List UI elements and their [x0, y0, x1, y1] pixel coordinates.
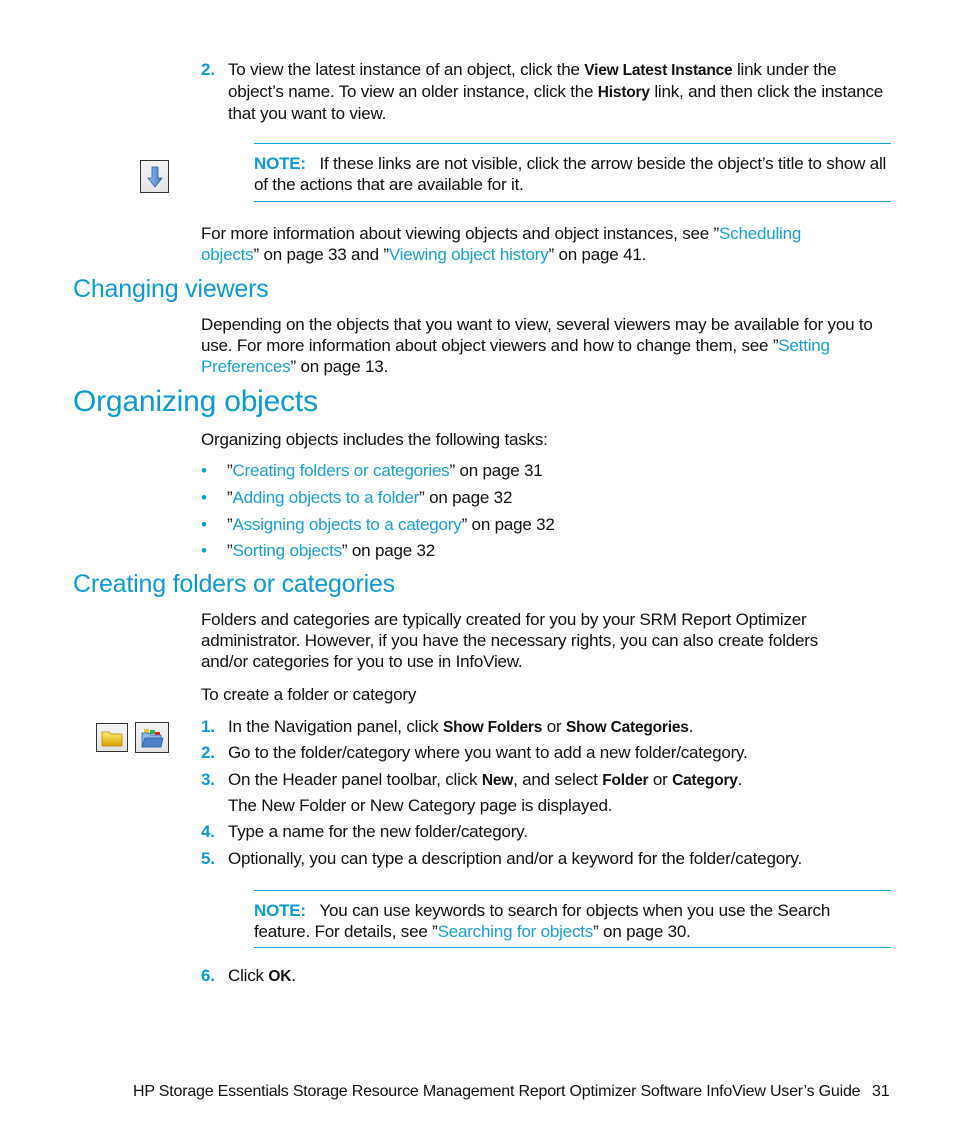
more-info-paragraph: For more information about viewing objec…	[201, 224, 802, 264]
note-rule-top	[254, 890, 891, 891]
link-viewing-object-history[interactable]: Viewing object history	[389, 245, 549, 264]
ui-term-ok: OK	[268, 968, 292, 985]
note-label: NOTE:	[254, 154, 306, 173]
bullet-icon: •	[201, 461, 207, 480]
link-searching-for-objects[interactable]: Searching for objects	[438, 922, 594, 941]
step-6: 6. Click OK.	[201, 966, 296, 985]
step-5: 5. Optionally, you can type a descriptio…	[201, 849, 802, 868]
step-3: 3. On the Header panel toolbar, click Ne…	[201, 770, 743, 789]
step-4: 4. Type a name for the new folder/catego…	[201, 822, 528, 841]
ui-term-history: History	[597, 84, 650, 101]
bullet-icon: •	[201, 515, 207, 534]
note-text: If these links are not visible, click th…	[254, 154, 887, 194]
heading-organizing-objects: Organizing objects	[73, 385, 318, 418]
note-keywords: NOTE: You can use keywords to search for…	[254, 901, 831, 941]
ui-term-show-categories: Show Categories	[565, 719, 689, 736]
bullet-icon: •	[201, 488, 207, 507]
step-1: 1. In the Navigation panel, click Show F…	[201, 717, 694, 736]
link-sorting-objects[interactable]: Sorting objects	[232, 541, 342, 560]
ui-term-show-folders: Show Folders	[442, 719, 543, 736]
note-rule-bottom	[254, 201, 891, 202]
creating-paragraph: Folders and categories are typically cre…	[201, 610, 819, 671]
link-creating-folders[interactable]: Creating folders or categories	[232, 461, 449, 480]
footer-title: HP Storage Essentials Storage Resource M…	[133, 1083, 861, 1100]
arrow-down-icon	[140, 160, 169, 193]
step-number: 2.	[201, 60, 215, 79]
page-number: 31	[872, 1083, 890, 1100]
list-item: • ”Adding objects to a folder” on page 3…	[201, 488, 513, 507]
list-item: • ”Sorting objects” on page 32	[201, 541, 435, 560]
bullet-icon: •	[201, 541, 207, 560]
procedure-title: To create a folder or category	[201, 685, 417, 704]
note-rule-bottom	[254, 947, 891, 948]
link-adding-objects[interactable]: Adding objects to a folder	[232, 488, 419, 507]
step-3-result: The New Folder or New Category page is d…	[228, 796, 613, 815]
note-label: NOTE:	[254, 901, 306, 920]
step-2-view-instance: 2. To view the latest instance of an obj…	[201, 59, 891, 124]
categories-icon	[135, 722, 169, 753]
list-item: • ”Creating folders or categories” on pa…	[201, 461, 543, 480]
ui-term-folder: Folder	[602, 772, 649, 789]
ui-term-view-latest-instance: View Latest Instance	[584, 62, 733, 79]
note-rule-top	[254, 143, 891, 144]
heading-changing-viewers: Changing viewers	[73, 275, 269, 303]
list-item: • ”Assigning objects to a category” on p…	[201, 515, 555, 534]
organizing-intro: Organizing objects includes the followin…	[201, 430, 548, 449]
step-text: To view the latest instance of an object…	[228, 60, 884, 123]
folder-icon	[96, 723, 128, 752]
heading-creating-folders: Creating folders or categories	[73, 570, 395, 598]
ui-term-category: Category	[672, 772, 738, 789]
changing-viewers-paragraph: Depending on the objects that you want t…	[201, 315, 873, 376]
link-assigning-objects[interactable]: Assigning objects to a category	[232, 515, 461, 534]
step-2: 2. Go to the folder/category where you w…	[201, 743, 748, 762]
note-links-not-visible: NOTE: If these links are not visible, cl…	[254, 153, 894, 195]
ui-term-new: New	[481, 772, 514, 789]
